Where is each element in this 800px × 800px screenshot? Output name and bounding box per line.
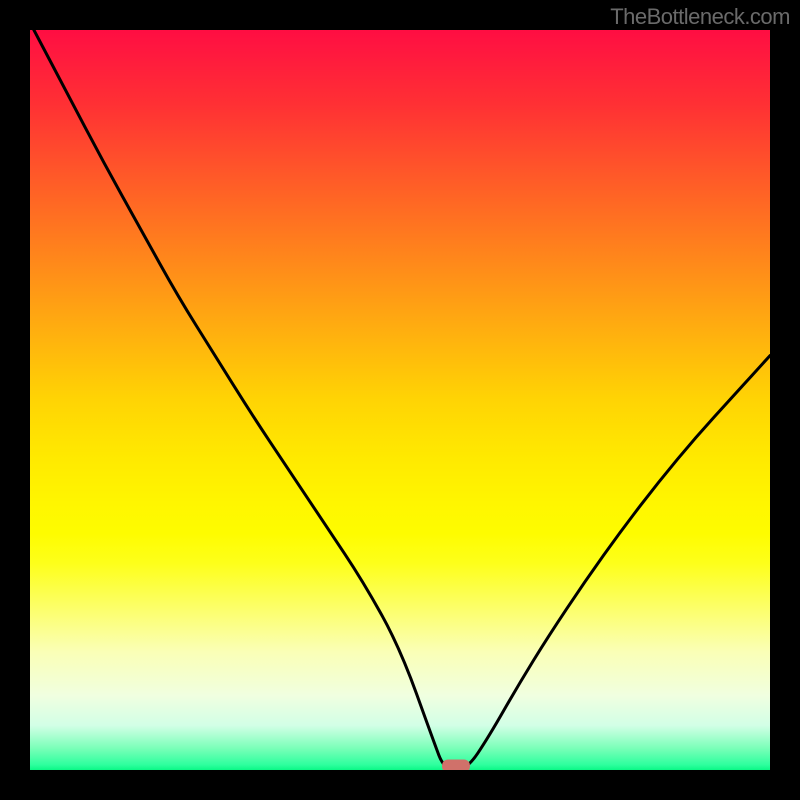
optimal-marker xyxy=(442,759,470,770)
attribution-text: TheBottleneck.com xyxy=(610,4,790,30)
bottleneck-curve xyxy=(30,30,770,770)
plot-area xyxy=(30,30,770,770)
